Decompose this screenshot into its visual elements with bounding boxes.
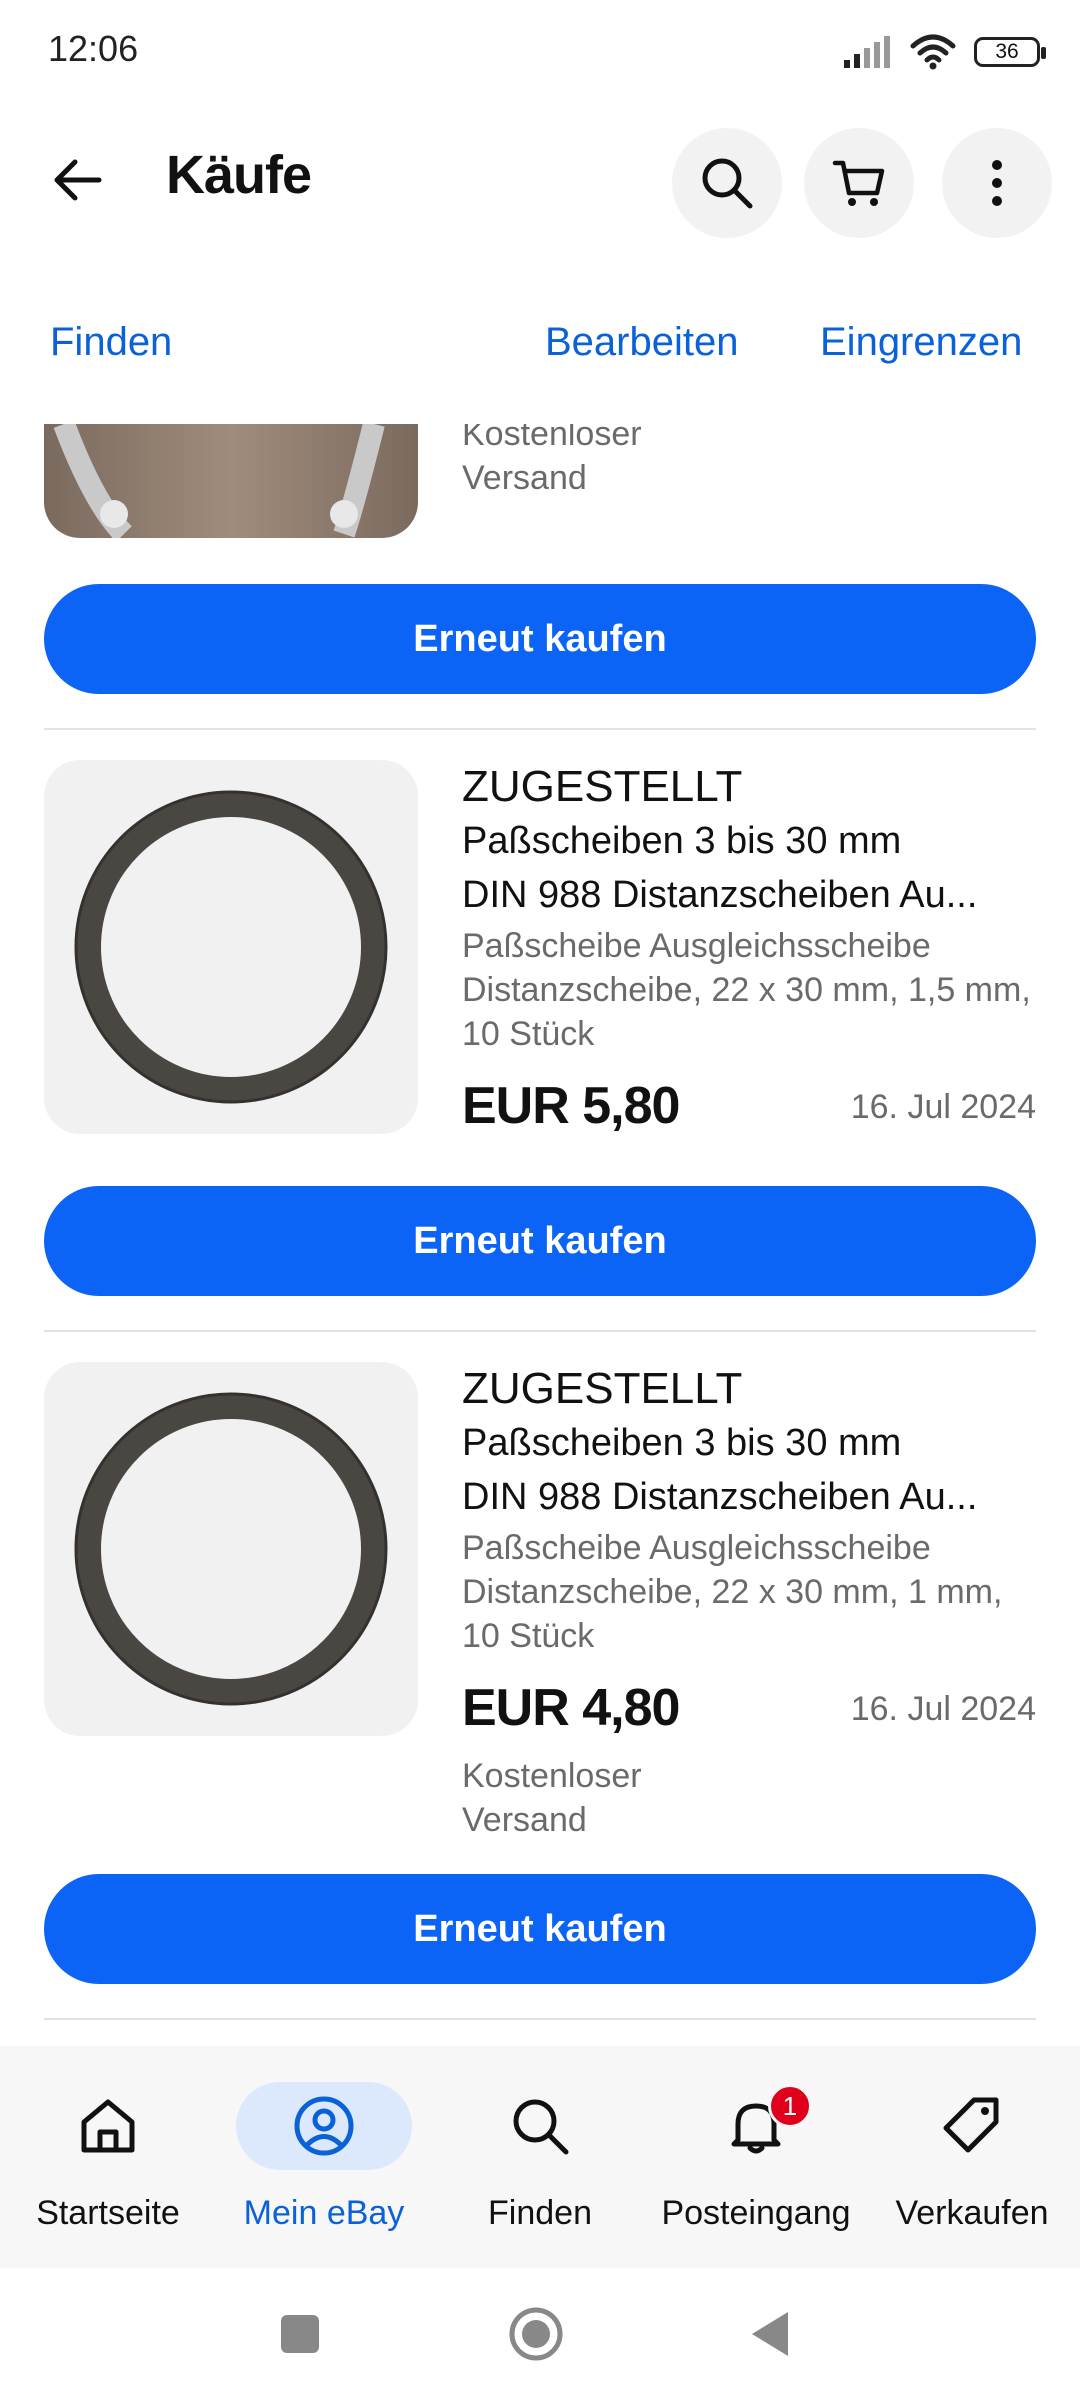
- purchase-list[interactable]: Kostenloser Versand Erneut kaufen ZUGEST…: [0, 424, 1080, 2046]
- battery-icon: 36: [974, 37, 1046, 67]
- divider: [44, 728, 1036, 730]
- item-title-line2[interactable]: DIN 988 Distanzscheiben Au...: [462, 874, 977, 917]
- find-link[interactable]: Finden: [50, 320, 172, 365]
- product-image[interactable]: [44, 760, 418, 1134]
- search-button[interactable]: [672, 128, 782, 238]
- status-bar: 12:06 36: [0, 0, 1080, 100]
- user-circle-icon: [294, 2096, 354, 2156]
- nav-label: Startseite: [36, 2194, 180, 2232]
- variant-line: Distanzscheibe, 22 x 30 mm, 1,5 mm,: [462, 971, 1031, 1009]
- shipping-info: Kostenloser Versand: [462, 1754, 642, 1842]
- app-bar: Käufe: [0, 120, 1080, 240]
- filter-link[interactable]: Eingrenzen: [820, 320, 1022, 365]
- shipping-line: Kostenloser: [462, 424, 642, 453]
- order-date: 16. Jul 2024: [850, 1088, 1036, 1126]
- order-status: ZUGESTELLT: [462, 1364, 743, 1413]
- washer-image: [74, 790, 388, 1104]
- divider: [44, 1330, 1036, 1332]
- arrow-left-icon: [54, 159, 102, 201]
- home-circle-icon[interactable]: [508, 2306, 564, 2362]
- signal-icon: [844, 36, 890, 68]
- system-navigation-bar: [0, 2268, 1080, 2400]
- item-variant: Paßscheibe Ausgleichsscheibe Distanzsche…: [462, 1526, 1042, 1658]
- product-image[interactable]: [44, 1362, 418, 1736]
- search-icon: [702, 158, 753, 209]
- back-button[interactable]: [40, 150, 114, 210]
- back-triangle-icon[interactable]: [748, 2310, 790, 2358]
- item-title-line2[interactable]: DIN 988 Distanzscheiben Au...: [462, 1476, 977, 1519]
- more-vertical-icon: [992, 160, 1002, 206]
- order-status: ZUGESTELLT: [462, 762, 743, 811]
- wifi-icon: [910, 34, 956, 70]
- more-options-button[interactable]: [942, 128, 1052, 238]
- nav-item-sell[interactable]: Verkaufen: [864, 2046, 1080, 2268]
- divider: [44, 2018, 1036, 2020]
- nav-label: Verkaufen: [895, 2194, 1049, 2232]
- battery-level: 36: [995, 40, 1019, 63]
- washer-image: [74, 1392, 388, 1706]
- status-time: 12:06: [48, 28, 139, 69]
- notification-badge: 1: [768, 2084, 812, 2128]
- bottom-navigation: Startseite Mein eBay Finden 1 Posteingan…: [0, 2046, 1080, 2268]
- recents-icon[interactable]: [278, 2312, 322, 2356]
- nav-label: Mein eBay: [243, 2194, 405, 2232]
- nav-item-my-ebay[interactable]: Mein eBay: [216, 2046, 432, 2268]
- search-icon: [513, 2099, 569, 2155]
- nav-icon-container: [452, 2082, 628, 2170]
- item-title-line1[interactable]: Paßscheiben 3 bis 30 mm: [462, 820, 901, 863]
- item-title-line1[interactable]: Paßscheiben 3 bis 30 mm: [462, 1422, 901, 1465]
- order-date: 16. Jul 2024: [850, 1690, 1036, 1728]
- tag-icon: [943, 2097, 999, 2153]
- item-price: EUR 4,80: [462, 1679, 680, 1737]
- variant-line: 10 Stück: [462, 1617, 595, 1655]
- status-icons: 36: [842, 30, 1046, 74]
- page-title: Käufe: [166, 145, 312, 205]
- cart-icon: [832, 160, 885, 206]
- nav-icon-container: [668, 2082, 844, 2170]
- nav-icon-container: [884, 2082, 1060, 2170]
- edit-link[interactable]: Bearbeiten: [545, 320, 738, 365]
- nav-item-home[interactable]: Startseite: [0, 2046, 216, 2268]
- nav-icon-container-active: [236, 2082, 412, 2170]
- item-variant: Paßscheibe Ausgleichsscheibe Distanzsche…: [462, 924, 1042, 1056]
- shipping-line: Kostenloser: [462, 1757, 642, 1795]
- variant-line: Paßscheibe Ausgleichsscheibe: [462, 927, 931, 965]
- nav-icon-container: [20, 2082, 196, 2170]
- product-photo: [44, 424, 418, 538]
- cart-button[interactable]: [804, 128, 914, 238]
- product-image[interactable]: [44, 424, 418, 538]
- nav-label: Posteingang: [661, 2194, 851, 2232]
- buy-again-button[interactable]: Erneut kaufen: [44, 584, 1036, 694]
- shipping-info: Kostenloser Versand: [462, 424, 642, 500]
- variant-line: Paßscheibe Ausgleichsscheibe: [462, 1529, 931, 1567]
- item-price: EUR 5,80: [462, 1077, 680, 1135]
- nav-item-find[interactable]: Finden: [432, 2046, 648, 2268]
- nav-label: Finden: [488, 2194, 592, 2232]
- nav-item-inbox[interactable]: 1 Posteingang: [648, 2046, 864, 2268]
- variant-line: Distanzscheibe, 22 x 30 mm, 1 mm,: [462, 1573, 1003, 1611]
- home-icon: [81, 2099, 135, 2153]
- variant-line: 10 Stück: [462, 1015, 595, 1053]
- shipping-line: Versand: [462, 1801, 587, 1839]
- buy-again-button[interactable]: Erneut kaufen: [44, 1186, 1036, 1296]
- buy-again-button[interactable]: Erneut kaufen: [44, 1874, 1036, 1984]
- shipping-line: Versand: [462, 459, 587, 497]
